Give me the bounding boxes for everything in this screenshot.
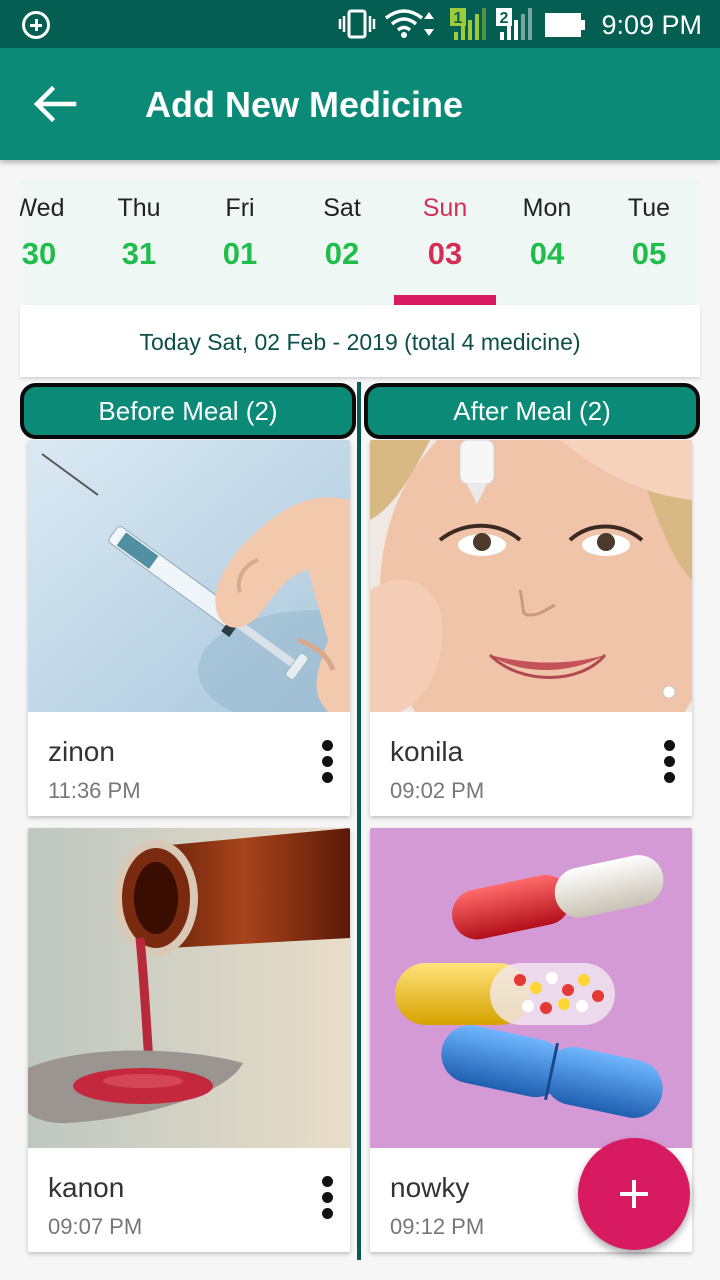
day-date: 05: [631, 236, 667, 271]
medicine-name: kanon: [48, 1172, 125, 1203]
day-date: 03: [427, 236, 463, 271]
sim2-label: 2: [500, 10, 509, 27]
wifi-icon: [384, 9, 434, 38]
day-name: Sat: [323, 194, 361, 222]
day-date: 04: [529, 236, 565, 271]
battery-icon: [545, 13, 585, 37]
signal-sim1-icon: 1: [450, 8, 486, 40]
syrup-image: [28, 828, 350, 1148]
signal-sim2-icon: 2: [496, 8, 532, 40]
syringe-image: [28, 440, 350, 712]
medicine-name: nowky: [390, 1172, 470, 1203]
day-tue[interactable]: Tue 05: [598, 180, 700, 305]
more-vert-icon[interactable]: [658, 740, 682, 788]
day-name: Fri: [225, 194, 255, 222]
day-sat[interactable]: Sat 02: [291, 180, 393, 305]
before-meal-header[interactable]: Before Meal (2): [20, 383, 356, 439]
medicine-name: konila: [390, 736, 464, 767]
vibrate-icon: [338, 9, 376, 39]
medicine-time: 09:12 PM: [390, 1214, 485, 1239]
sim1-label: 1: [454, 10, 463, 27]
medicine-card-konila[interactable]: konila 09:02 PM: [370, 440, 692, 816]
back-arrow-icon[interactable]: [30, 82, 80, 126]
day-date: 31: [121, 236, 157, 271]
day-name: Thu: [117, 194, 161, 222]
column-divider: [357, 382, 361, 1260]
day-fri[interactable]: Fri 01: [189, 180, 291, 305]
medicine-summary: Today Sat, 02 Feb - 2019 (total 4 medici…: [20, 305, 700, 377]
day-wed[interactable]: Wed 30: [20, 180, 90, 305]
page-title: Add New Medicine: [145, 84, 464, 125]
day-thu[interactable]: Thu 31: [88, 180, 190, 305]
day-name: Mon: [522, 194, 572, 222]
day-date: 30: [21, 236, 57, 271]
day-date: 01: [222, 236, 258, 271]
medicine-card-kanon[interactable]: kanon 09:07 PM: [28, 828, 350, 1252]
medicine-time: 09:07 PM: [48, 1214, 143, 1239]
day-name: Wed: [20, 194, 65, 222]
more-vert-icon[interactable]: [316, 740, 340, 788]
status-time: 9:09 PM: [601, 10, 702, 40]
add-medicine-fab[interactable]: [578, 1138, 690, 1250]
day-mon[interactable]: Mon 04: [496, 180, 598, 305]
medicine-card-zinon[interactable]: zinon 11:36 PM: [28, 440, 350, 816]
add-circle-icon: [22, 11, 50, 39]
medicine-name: zinon: [48, 736, 115, 767]
medicine-time: 11:36 PM: [48, 778, 141, 803]
day-sun-selected[interactable]: Sun 03: [394, 180, 496, 305]
day-name: Sun: [422, 194, 468, 222]
medicine-time: 09:02 PM: [390, 778, 485, 803]
eye-drops-image: [370, 440, 692, 712]
after-meal-header[interactable]: After Meal (2): [364, 383, 700, 439]
day-name: Tue: [627, 194, 671, 222]
day-date: 02: [324, 236, 360, 271]
capsules-image: [370, 828, 692, 1148]
app-bar: Add New Medicine: [0, 48, 720, 160]
status-bar: 1 2 9:09 PM: [0, 0, 720, 48]
date-strip: Wed 30 Thu 31 Fri 01 Sat 02 Sun 03 Mon 0…: [20, 180, 700, 305]
selected-day-indicator: [394, 295, 496, 305]
more-vert-icon[interactable]: [316, 1176, 340, 1224]
